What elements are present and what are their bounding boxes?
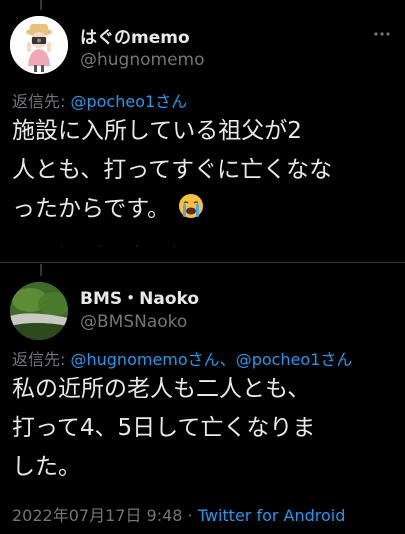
reply-prefix: 返信先: — [12, 92, 71, 111]
tweet-text-line: 人とも、打ってすぐに亡くなな — [12, 157, 333, 183]
reply-context: 返信先: @hugnomemoさん、@pocheo1さん — [12, 346, 352, 370]
tweet-text-line: 打って4、5日して亡くなりま — [12, 415, 316, 441]
avatar[interactable] — [10, 16, 68, 74]
reply-mention-link[interactable]: @hugnomemoさん — [70, 350, 219, 369]
tweet-text-line: 私の近所の老人も二人とも、 — [12, 376, 311, 402]
user-handle[interactable]: @BMSNaoko — [80, 312, 187, 332]
reply-mention-link[interactable]: @pocheo1さん — [70, 92, 187, 111]
tweet-text: 私の近所の老人も二人とも、 打って4、5日して亡くなりま した。 — [12, 370, 397, 487]
reply-mention-separator: 、 — [219, 350, 236, 369]
divider — [0, 262, 405, 263]
tweet-metadata: 2022年07月17日 9:48 · Twitter for Android — [12, 502, 345, 526]
avatar[interactable] — [10, 282, 68, 340]
tweet-text-line: 施設に入所している祖父が2 — [12, 118, 302, 144]
tweet-text-line: した。 — [12, 454, 81, 480]
avatar-photo — [10, 282, 68, 340]
avatar-illustration — [10, 16, 68, 74]
timestamp[interactable]: 2022年07月17日 9:48 — [12, 506, 182, 525]
tweet-text-line: ったからです。 — [12, 196, 171, 222]
reply-context: 返信先: @pocheo1さん — [12, 88, 187, 112]
tweet-text-line-last: ったからです。 — [12, 190, 397, 229]
reply-prefix: 返信先: — [12, 350, 71, 369]
more-dots-icon[interactable] — [373, 22, 391, 41]
tweet-card[interactable]: BMS・Naoko @BMSNaoko 返信先: @hugnomemoさん、@p… — [0, 266, 405, 534]
display-name[interactable]: BMS・Naoko — [80, 284, 199, 309]
reply-mention-link[interactable]: @pocheo1さん — [236, 350, 353, 369]
source-link[interactable]: Twitter for Android — [198, 506, 346, 525]
display-name[interactable]: はぐのmemo — [80, 23, 190, 48]
user-handle[interactable]: @hugnomemo — [80, 50, 205, 70]
meta-separator: · — [182, 506, 198, 525]
loudly-crying-face-icon — [177, 192, 205, 220]
tweet-card[interactable]: はぐのmemo @hugnomemo 返信先: @pocheo1さん 施設に入所… — [0, 0, 405, 262]
action-bar-faint: ···· — [60, 240, 210, 253]
tweet-text: 施設に入所している祖父が2 人とも、打ってすぐに亡くなな ったからです。 — [12, 112, 397, 229]
